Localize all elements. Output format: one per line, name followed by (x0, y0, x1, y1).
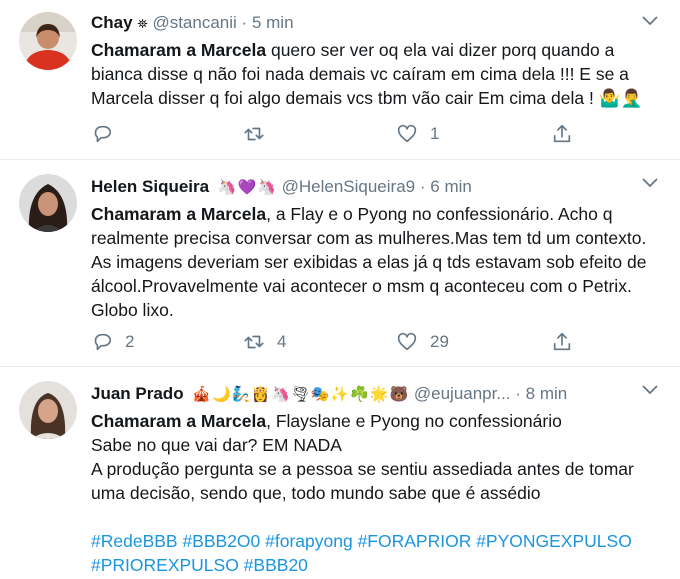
highlighted-phrase: Chamaram a Marcela (91, 411, 267, 431)
tweet-text: Chamaram a Marcela quero ser ver oq ela … (91, 38, 650, 110)
reply-button[interactable]: 2 (91, 330, 134, 354)
timestamp[interactable]: 5 min (252, 13, 294, 32)
tweet-text-rest: , Flayslane e Pyong no confessionário (266, 411, 562, 431)
like-button[interactable]: 29 (396, 330, 449, 354)
user-name[interactable]: Helen Siqueira (91, 177, 209, 196)
highlighted-phrase: Chamaram a Marcela (91, 204, 267, 224)
user-name[interactable]: Juan Prado (91, 384, 184, 403)
user-name[interactable]: Chay (91, 13, 133, 32)
badge-icon: ⛯ (137, 16, 148, 31)
chevron-down-icon[interactable] (642, 385, 658, 395)
heart-icon (397, 332, 417, 351)
tweet[interactable]: Chay ⛯ @stancanii · 5 min Chamaram a Mar… (0, 0, 680, 160)
like-count: 1 (430, 124, 440, 143)
avatar[interactable] (19, 381, 77, 439)
separator-dot: · (419, 177, 426, 196)
tweet-text: Chamaram a Marcela, Flayslane e Pyong no… (91, 409, 650, 577)
tweet-actions: 2 4 29 (91, 330, 611, 354)
tweet-actions: 1 (91, 122, 611, 146)
reply-icon (94, 125, 112, 143)
reply-icon (94, 333, 112, 351)
name-emojis: 🦄💜🦄 (217, 179, 277, 196)
avatar[interactable] (19, 12, 77, 70)
retweet-button[interactable]: 4 (243, 330, 286, 354)
share-icon (553, 124, 571, 143)
share-icon (553, 332, 571, 351)
timestamp[interactable]: 8 min (526, 384, 568, 403)
hashtags[interactable]: #RedeBBB #BBB2O0 #forapyong #FORAPRIOR #… (91, 529, 650, 577)
user-handle[interactable]: @stancanii (152, 13, 236, 32)
name-emojis: 🎪🌙🧞👸🦄🌪🎭✨☘️🌟🐻 (192, 386, 410, 403)
timestamp[interactable]: 6 min (430, 177, 472, 196)
tweet-line: A produção pergunta se a pessoa se senti… (91, 459, 634, 503)
chevron-down-icon[interactable] (642, 16, 658, 26)
tweet-text: Chamaram a Marcela, a Flay e o Pyong no … (91, 202, 650, 322)
tweet[interactable]: Juan Prado 🎪🌙🧞👸🦄🌪🎭✨☘️🌟🐻 @eujuanpr... · 8… (0, 367, 680, 579)
tweet-header: Chay ⛯ @stancanii · 5 min (91, 12, 650, 34)
reply-count: 2 (125, 332, 135, 351)
separator-dot: · (241, 13, 248, 32)
retweet-icon (244, 335, 264, 349)
heart-icon (397, 124, 417, 143)
avatar[interactable] (19, 174, 77, 232)
reply-button[interactable] (91, 122, 125, 146)
separator-dot: · (515, 384, 521, 403)
chevron-down-icon[interactable] (642, 178, 658, 188)
tweet-header: Juan Prado 🎪🌙🧞👸🦄🌪🎭✨☘️🌟🐻 @eujuanpr... · 8… (91, 383, 650, 405)
tweet[interactable]: Helen Siqueira 🦄💜🦄 @HelenSiqueira9 · 6 m… (0, 160, 680, 367)
user-handle[interactable]: @HelenSiqueira9 (282, 177, 416, 196)
retweet-button[interactable] (243, 122, 277, 146)
retweet-count: 4 (277, 332, 287, 351)
tweet-line: Sabe no que vai dar? EM NADA (91, 435, 342, 455)
like-button[interactable]: 1 (396, 122, 439, 146)
retweet-icon (244, 127, 264, 141)
share-button[interactable] (551, 122, 573, 146)
share-button[interactable] (551, 330, 573, 354)
highlighted-phrase: Chamaram a Marcela (91, 40, 267, 60)
user-handle[interactable]: @eujuanpr... (414, 384, 511, 403)
tweet-header: Helen Siqueira 🦄💜🦄 @HelenSiqueira9 · 6 m… (91, 176, 650, 198)
like-count: 29 (430, 332, 449, 351)
